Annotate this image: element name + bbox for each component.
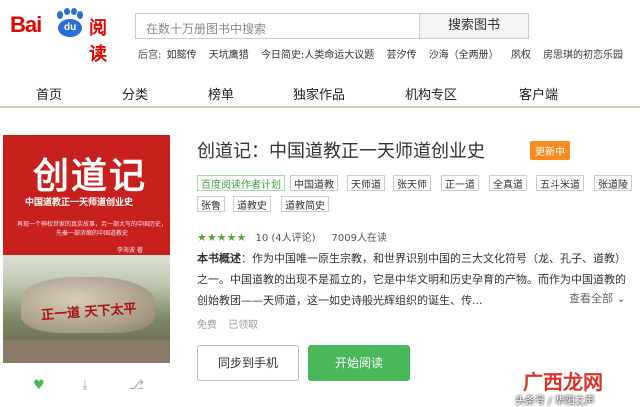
search-button[interactable]: 搜索图书 (419, 13, 529, 39)
tag[interactable]: 中国道教 (290, 175, 338, 191)
reader-count: 7009人在读 (331, 233, 387, 244)
hot-searches: 后宫: 如懿传 天坑鹰猎 今日简史:人类命运大议题 芸汐传 沙海（全两册） 夙权… (138, 46, 638, 62)
nav-client[interactable]: 客户端 (519, 84, 558, 103)
desc-text: ：作为中国唯一原生宗教，和世界识别中国的三大文化符号（龙、孔子、道教）之一。中国… (197, 252, 626, 307)
tag[interactable]: 正一道 (441, 175, 479, 191)
price-label: 免费 (197, 320, 217, 331)
rating-row: ★★★★★ 10 (4人评论) 7009人在读 (197, 229, 387, 244)
cover-author: 李海波 著 (117, 247, 143, 254)
hot-link[interactable]: 天坑鹰猎 (209, 50, 249, 61)
logo-text: Bai (10, 12, 42, 37)
tag[interactable]: 道教简史 (281, 196, 329, 212)
cover-title: 创道记 (33, 155, 148, 197)
baidu-reading-logo[interactable]: Bai du 阅读 (10, 8, 122, 65)
tag[interactable]: 天师道 (347, 175, 385, 191)
logo-reading: 阅读 (89, 18, 107, 65)
start-reading-button[interactable]: 开始阅读 (308, 345, 410, 381)
chevron-down-icon: ⌄ (616, 292, 626, 305)
cover-subtitle: 中国道教正一天师道创业史 (25, 198, 134, 208)
hot-link[interactable]: 房思琪的初恋乐园 (543, 50, 623, 61)
watermark-logo-text: 广西龙网 (523, 370, 603, 394)
nav-exclusive[interactable]: 独家作品 (293, 84, 345, 103)
search-input[interactable]: 在数十万册图书中搜索 (135, 13, 419, 39)
tag[interactable]: 张鲁 (197, 196, 225, 212)
nav-rankings[interactable]: 榜单 (208, 84, 234, 103)
nav-institutions[interactable]: 机构专区 (405, 84, 457, 103)
hot-link[interactable]: 芸汐传 (387, 50, 417, 61)
cover-base (3, 340, 170, 363)
tag[interactable]: 张道陵 (594, 175, 632, 191)
nav-home[interactable]: 首页 (36, 84, 62, 103)
claimed-status: 已领取 (228, 320, 259, 331)
desc-label: 本书概述 (197, 252, 241, 265)
book-meta: 免费 已领取 (197, 316, 266, 331)
download-icon[interactable]: ⤓ (82, 378, 88, 393)
watermark-source: 头条号 / 华阳之声 (515, 396, 595, 407)
star-rating-icon: ★★★★★ (197, 231, 247, 244)
rating-count[interactable]: 10 (4人评论) (256, 233, 316, 244)
hot-link[interactable]: 夙权 (511, 50, 531, 61)
main-nav: 首页 分类 榜单 独家作品 机构专区 客户端 (0, 78, 640, 108)
tag[interactable]: 张天师 (393, 175, 431, 191)
view-all-label: 查看全部 (569, 292, 613, 305)
hot-link[interactable]: 今日简史:人类命运大议题 (261, 50, 374, 61)
tag[interactable]: 全真道 (489, 175, 527, 191)
status-badge: 更新中 (530, 141, 570, 160)
cover-photo: 正一道 天下太平 (3, 255, 170, 363)
view-all-link[interactable]: 查看全部 ⌄ (565, 290, 626, 306)
heart-icon[interactable]: ♥ (33, 378, 45, 393)
cover-blurb: 再现一个神权世家的真实故事，另一部大写的中国历史，先秦一部浓缩的中国道教史 (17, 221, 168, 237)
hot-label: 后宫: (138, 50, 162, 61)
book-title: 创道记：中国道教正一天师道创业史 (197, 141, 485, 162)
hot-link[interactable]: 如懿传 (167, 50, 197, 61)
hot-link[interactable]: 沙海（全两册） (429, 50, 499, 61)
tag-author-program[interactable]: 百度阅读作者计划 (197, 175, 285, 191)
logo-du: du (64, 22, 77, 33)
book-cover[interactable]: 创道记 中国道教正一天师道创业史 再现一个神权世家的真实故事，另一部大写的中国历… (3, 135, 170, 363)
nav-categories[interactable]: 分类 (122, 84, 148, 103)
tag[interactable]: 五斗米道 (536, 175, 584, 191)
tag[interactable]: 道教史 (233, 196, 271, 212)
watermark: 广西龙网 头条号 / 华阳之声 (515, 366, 637, 407)
sync-to-phone-button[interactable]: 同步到手机 (197, 345, 299, 381)
share-icon[interactable]: ⎇ (129, 378, 144, 393)
